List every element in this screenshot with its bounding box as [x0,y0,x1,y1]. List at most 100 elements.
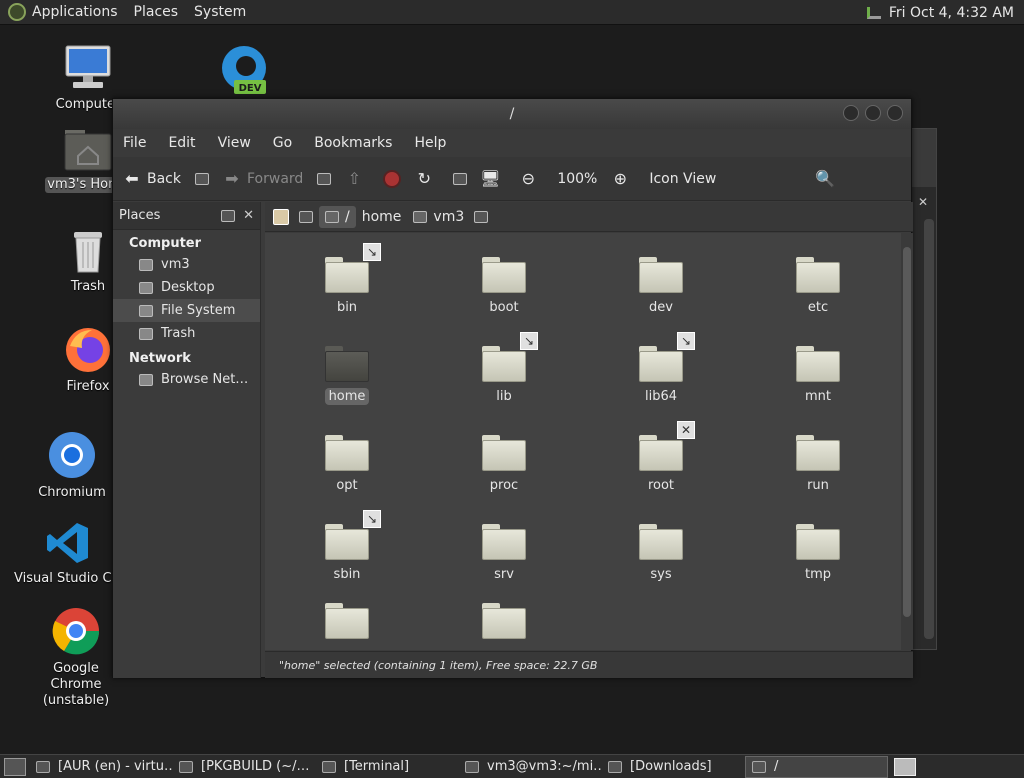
path-right-arrow-icon[interactable] [474,210,489,223]
back-history-button[interactable] [195,172,209,185]
folder-icon: ↘ [325,243,381,293]
menu-edit[interactable]: Edit [168,135,195,151]
sidebar-section-computer: Computer [129,236,202,251]
folder-item[interactable]: srv [444,524,564,583]
desktop-icon-edge-dev[interactable]: DEV [218,44,272,100]
sidebar-item-trash[interactable]: Trash [113,322,260,345]
path-left-arrow-icon[interactable] [299,210,313,223]
folder-icon [482,524,526,560]
folder-item[interactable]: dev [601,257,721,316]
menu-view[interactable]: View [218,135,251,151]
forward-button[interactable]: ➡ Forward [223,169,303,188]
folder-icon [325,346,369,382]
home-icon [453,172,468,185]
task-label: [Terminal] [344,759,410,774]
folder-item[interactable]: ↘ sbin [287,510,407,583]
back-button[interactable]: ⬅ Back [123,169,181,188]
dropdown-icon [195,172,209,185]
folder-item[interactable]: boot [444,257,564,316]
task-button-active[interactable]: / [745,755,888,778]
folder-item[interactable]: home [287,346,407,405]
task-label: / [774,759,779,774]
folder-item[interactable]: ↘ lib64 [601,332,721,405]
forward-history-button[interactable] [317,172,332,185]
clock[interactable]: Fri Oct 4, 4:32 AM [889,5,1014,21]
vertical-scrollbar[interactable] [901,233,913,650]
close-sidebar-icon[interactable]: ✕ [243,208,254,223]
menu-system[interactable]: System [194,4,246,20]
folder-item[interactable]: etc [758,257,878,316]
zoom-level[interactable]: 100% [557,171,597,187]
menu-file[interactable]: File [123,135,146,151]
folder-item[interactable]: run [758,435,878,494]
sidebar-header-label[interactable]: Places [119,208,221,223]
maximize-button[interactable] [865,105,881,121]
sidebar-options-icon[interactable] [221,209,236,222]
breadcrumb-label: home [361,208,402,225]
show-desktop-icon[interactable] [4,757,26,776]
folder-item[interactable]: tmp [758,524,878,583]
reload-button[interactable]: ↻ [415,169,439,188]
view-mode-select[interactable]: Icon View [649,171,716,187]
zoom-in-button[interactable]: ⊕ [611,169,635,188]
menu-help[interactable]: Help [414,135,446,151]
workspace-switcher[interactable] [894,757,916,776]
background-window-scrollbar[interactable] [924,219,934,639]
task-label: vm3@vm3:~/mi… [487,759,602,774]
close-icon[interactable]: ✕ [918,195,936,211]
folder-icon [639,524,683,560]
folder-item[interactable]: sys [601,524,721,583]
home-button[interactable] [453,172,468,185]
desktop-icon-chrome-unstable[interactable]: Google Chrome (unstable) [26,606,126,709]
folder-item[interactable]: proc [444,435,564,494]
computer-button[interactable]: 🖥 [480,169,505,188]
up-button[interactable]: ⇧ [345,169,369,188]
task-label: [PKGBUILD (~/… [201,759,310,774]
breadcrumb-root[interactable]: / [319,205,356,228]
close-button[interactable] [887,105,903,121]
search-button[interactable]: 🔍 [815,169,840,188]
computer-icon [65,45,111,88]
sidebar-item-vm3[interactable]: vm3 [113,253,260,276]
menu-applications[interactable]: Applications [32,4,118,20]
folder-item[interactable] [287,603,407,650]
menu-places[interactable]: Places [134,4,179,20]
folder-item[interactable]: ↘ bin [287,243,407,316]
sidebar-item-browse-network[interactable]: Browse Net… [113,368,260,391]
folder-item[interactable]: mnt [758,346,878,405]
sidebar-item-label: vm3 [161,257,190,272]
menu-go[interactable]: Go [273,135,292,151]
sidebar-item-file-system[interactable]: File System [113,299,260,322]
breadcrumb-home[interactable]: home [356,206,408,228]
folder-name: sbin [333,567,361,582]
task-button[interactable]: [PKGBUILD (~/… [173,756,316,778]
menu-bookmarks[interactable]: Bookmarks [314,135,392,151]
reload-icon: ↻ [417,169,432,188]
task-label: [Downloads] [630,759,712,774]
task-button[interactable]: [Terminal] [316,756,459,778]
network-icon[interactable] [866,6,881,19]
task-button[interactable]: [Downloads] [602,756,745,778]
desktop-icon-chromium[interactable]: Chromium [22,430,122,501]
desktop-icon-label: Visual Studio Code [14,571,124,586]
scrollbar-thumb[interactable] [903,247,911,617]
folder-item[interactable]: ✕ root [601,421,721,494]
task-button[interactable]: vm3@vm3:~/mi… [459,756,602,778]
icon-view[interactable]: ↘ bin boot dev etc home ↘ lib ↘ lib64 mnt opt proc ✕ r… [265,233,901,650]
folder-item[interactable] [444,603,564,650]
window-titlebar[interactable]: / [113,99,911,129]
task-button[interactable]: [AUR (en) - virtu… [30,756,173,778]
desktop-folder-icon [139,281,153,294]
folder-item[interactable]: ↘ lib [444,332,564,405]
edit-path-icon[interactable] [273,208,289,225]
desktop-icon-vscode[interactable]: Visual Studio Code [12,520,124,587]
zoom-out-button[interactable]: ⊖ [519,169,543,188]
distro-logo-icon[interactable] [8,3,26,21]
minimize-button[interactable] [843,105,859,121]
sidebar-item-desktop[interactable]: Desktop [113,276,260,299]
stop-button[interactable] [383,169,402,188]
folder-name: home [324,388,370,405]
folder-item[interactable]: opt [287,435,407,494]
breadcrumb-vm3[interactable]: vm3 [407,206,470,228]
folder-name: opt [336,478,358,493]
